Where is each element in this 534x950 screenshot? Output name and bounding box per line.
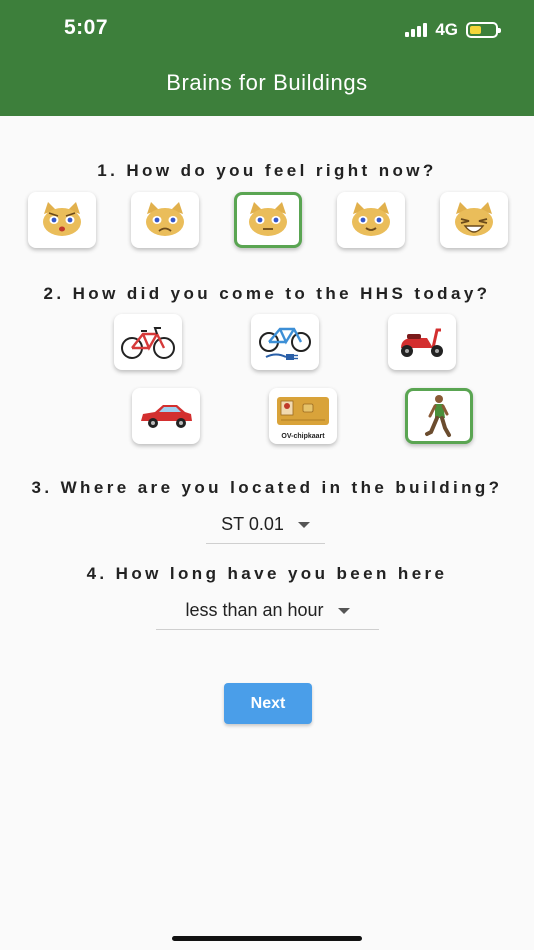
battery-icon [466, 22, 501, 38]
transport-option-ov-chipkaart[interactable]: OV-chipkaart [269, 388, 337, 444]
home-indicator [172, 936, 362, 941]
sad-cat-icon [146, 202, 184, 236]
electric-bicycle-icon [259, 327, 311, 360]
location-dropdown[interactable]: ST 0.01 [206, 514, 325, 544]
question-duration: 4. How long have you been here [86, 564, 448, 583]
network-type: 4G [435, 20, 458, 39]
mood-option-neutral[interactable] [234, 192, 302, 248]
bicycle-icon [121, 327, 175, 359]
car-icon [141, 405, 192, 428]
duration-dropdown[interactable]: less than an hour [156, 600, 379, 630]
app-title: Brains for Buildings [166, 70, 368, 95]
scooter-icon [401, 328, 443, 357]
content-cat-icon [352, 202, 390, 236]
mood-option-angry[interactable] [28, 192, 96, 248]
signal-icon [405, 23, 428, 37]
transport-option-bicycle[interactable] [114, 314, 182, 370]
chevron-down-icon [297, 521, 310, 528]
ov-chipkaart-icon [277, 397, 329, 425]
duration-dropdown-value: less than an hour [185, 600, 324, 620]
transport-option-scooter[interactable] [388, 314, 456, 370]
transport-option-car[interactable] [132, 388, 200, 444]
chevron-down-icon [337, 607, 350, 614]
question-transport: 2. How did you come to the HHS today? [43, 284, 491, 303]
status-indicators: 4G [405, 20, 501, 40]
mood-option-sad[interactable] [131, 192, 199, 248]
angry-cat-icon [43, 202, 81, 236]
location-dropdown-value: ST 0.01 [221, 514, 284, 534]
mood-option-content[interactable] [337, 192, 405, 248]
app-bar: 5:07 4G Brains for Buildings [0, 0, 534, 116]
question-location: 3. Where are you located in the building… [31, 478, 503, 497]
next-button[interactable]: Next [224, 683, 312, 724]
status-time: 5:07 [64, 16, 109, 39]
transport-option-walking[interactable] [405, 388, 473, 444]
transport-option-electric-bicycle[interactable] [251, 314, 319, 370]
question-feeling: 1. How do you feel right now? [97, 161, 437, 180]
laughing-cat-icon [455, 202, 493, 236]
neutral-cat-icon [249, 202, 287, 236]
ov-chipkaart-label: OV-chipkaart [281, 433, 325, 440]
mood-option-laughing[interactable] [440, 192, 508, 248]
walking-person-icon [425, 395, 451, 437]
